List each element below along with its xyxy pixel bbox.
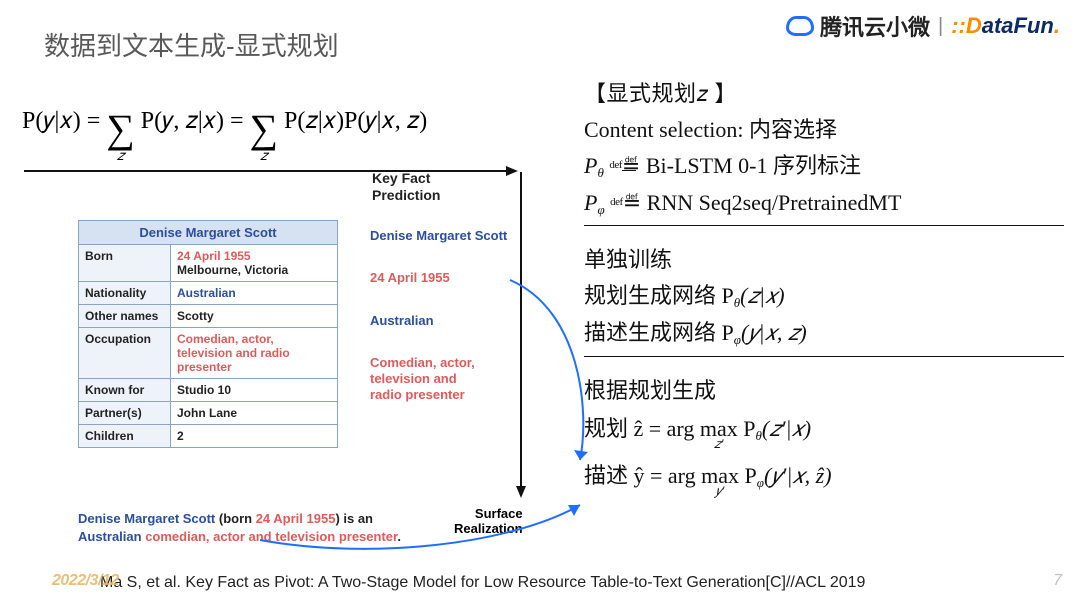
- cell-val: John Lane: [171, 402, 338, 425]
- kfp-line1: Key Fact: [372, 170, 440, 187]
- content-selection: Content selection: 内容选择: [584, 114, 1064, 146]
- cell-val: Comedian, actor, television and radio pr…: [171, 328, 338, 379]
- datafun-ata: ata: [982, 13, 1014, 38]
- slide-title: 数据到文本生成-显式规划: [44, 26, 339, 63]
- fact-item: 24 April 1955: [370, 270, 507, 286]
- horizontal-arrow-line: [24, 170, 514, 172]
- cell-key: Children: [79, 425, 171, 448]
- sent-part: .: [397, 529, 401, 544]
- sigma-2-sub: 𝑧: [260, 151, 267, 162]
- cell-key: Known for: [79, 379, 171, 402]
- sent-part: (born: [215, 511, 255, 526]
- cell-val: Australian: [171, 282, 338, 305]
- table-row: Partner(s)John Lane: [79, 402, 338, 425]
- datafun-logo: ::DataFun.: [951, 13, 1060, 39]
- formula-mid: P(𝑦, 𝑧|𝑥) =: [141, 108, 250, 134]
- sigma-2-icon: ∑𝑧: [250, 113, 279, 145]
- cell-selected: Comedian, actor, television and radio pr…: [177, 332, 290, 374]
- tencent-logo: 腾讯云小微: [786, 10, 930, 42]
- key-fact-prediction-label: Key Fact Prediction: [372, 170, 440, 204]
- horizontal-arrow-head-icon: [506, 166, 518, 176]
- table-header: Denise Margaret Scott: [79, 221, 338, 245]
- sent-part: 24 April 1955: [256, 511, 336, 526]
- sent-part: ) is an: [335, 511, 373, 526]
- cell-key: Occupation: [79, 328, 171, 379]
- cell-key: Other names: [79, 305, 171, 328]
- desc-net: 描述生成网络 Pφ(𝑦|𝑥, 𝑧): [584, 317, 1064, 350]
- divider-icon: [584, 225, 1064, 226]
- sent-part: Denise Margaret Scott: [78, 511, 215, 526]
- key-facts-list: Denise Margaret Scott 24 April 1955 Aust…: [370, 228, 507, 418]
- cell-key: Partner(s): [79, 402, 171, 425]
- sigma-1-icon: ∑𝑧: [106, 113, 135, 145]
- cell-val: 2: [171, 425, 338, 448]
- output-sentence: Denise Margaret Scott (born 24 April 195…: [78, 510, 418, 545]
- cloud-icon: [786, 16, 814, 36]
- tencent-text: 腾讯云小微: [820, 10, 930, 42]
- plan-net: 规划生成网络 Pθ(𝑧|𝑥): [584, 280, 1064, 313]
- datafun-fun: Fun: [1014, 13, 1054, 38]
- cell-val: 24 April 1955Melbourne, Victoria: [171, 245, 338, 282]
- cell-val: Scotty: [171, 305, 338, 328]
- table-row: Children2: [79, 425, 338, 448]
- citation: Ma S, et al. Key Fact as Pivot: A Two-St…: [100, 574, 865, 592]
- argmax-z: 规划 ẑ = arg max𝑧′ Pθ(𝑧′|𝑥): [584, 413, 1064, 446]
- table-row: Born24 April 1955Melbourne, Victoria: [79, 245, 338, 282]
- surface-realization-label: Surface Realization: [454, 506, 523, 536]
- sr-line2: Realization: [454, 521, 523, 536]
- separator-icon: |: [938, 15, 943, 38]
- fact-item: Comedian, actor, television and radio pr…: [370, 355, 490, 404]
- sr-line1: Surface: [454, 506, 523, 521]
- vertical-arrow-head-icon: [516, 486, 526, 498]
- cell-selected: 24 April 1955: [177, 249, 251, 263]
- cell-val: Studio 10: [171, 379, 338, 402]
- vertical-arrow-line: [520, 172, 522, 490]
- main-formula: P(𝑦|𝑥) = ∑𝑧 P(𝑦, 𝑧|𝑥) = ∑𝑧 P(𝑧|𝑥)P(𝑦|𝑥, …: [22, 108, 427, 145]
- fact-item: Australian: [370, 313, 507, 329]
- p-theta-def: Pθ def≝ Bi-LSTM 0-1 序列标注: [584, 150, 1064, 183]
- fact-item: Denise Margaret Scott: [370, 228, 507, 244]
- table-row: NationalityAustralian: [79, 282, 338, 305]
- right-box-title: 【显式规划𝑧 】: [584, 78, 1064, 110]
- kfp-line2: Prediction: [372, 187, 440, 204]
- cell-key: Nationality: [79, 282, 171, 305]
- cell-extra: Melbourne, Victoria: [177, 263, 288, 277]
- date-watermark: 2022/3/12: [52, 572, 119, 590]
- page-number: 7: [1053, 572, 1062, 590]
- datafun-dot: .: [1054, 13, 1060, 38]
- table-row: Known forStudio 10: [79, 379, 338, 402]
- right-column: 【显式规划𝑧 】 Content selection: 内容选择 Pθ def≝…: [584, 78, 1064, 497]
- section-separate-training: 单独训练: [584, 244, 1064, 276]
- table-row: Other namesScotty: [79, 305, 338, 328]
- cell-key: Born: [79, 245, 171, 282]
- p-phi-def: Pφ def≝ RNN Seq2seq/PretrainedMT: [584, 187, 1064, 220]
- table-row: OccupationComedian, actor, television an…: [79, 328, 338, 379]
- formula-rhs: P(𝑧|𝑥)P(𝑦|𝑥, 𝑧): [284, 108, 427, 134]
- sigma-1-sub: 𝑧: [117, 151, 124, 162]
- formula-lhs: P(𝑦|𝑥) =: [22, 108, 106, 134]
- sent-part: comedian, actor and television presenter: [145, 529, 397, 544]
- divider-icon: [584, 356, 1064, 357]
- datafun-d: D: [966, 13, 982, 38]
- section-generation: 根据规划生成: [584, 375, 1064, 407]
- infobox-table: Denise Margaret Scott Born24 April 1955M…: [78, 220, 338, 448]
- argmax-y: 描述 ŷ = arg max𝑦′ Pφ(𝑦′|𝑥, ẑ): [584, 460, 1064, 493]
- logo-area: 腾讯云小微 | ::DataFun.: [786, 10, 1060, 42]
- sent-part: Australian: [78, 529, 142, 544]
